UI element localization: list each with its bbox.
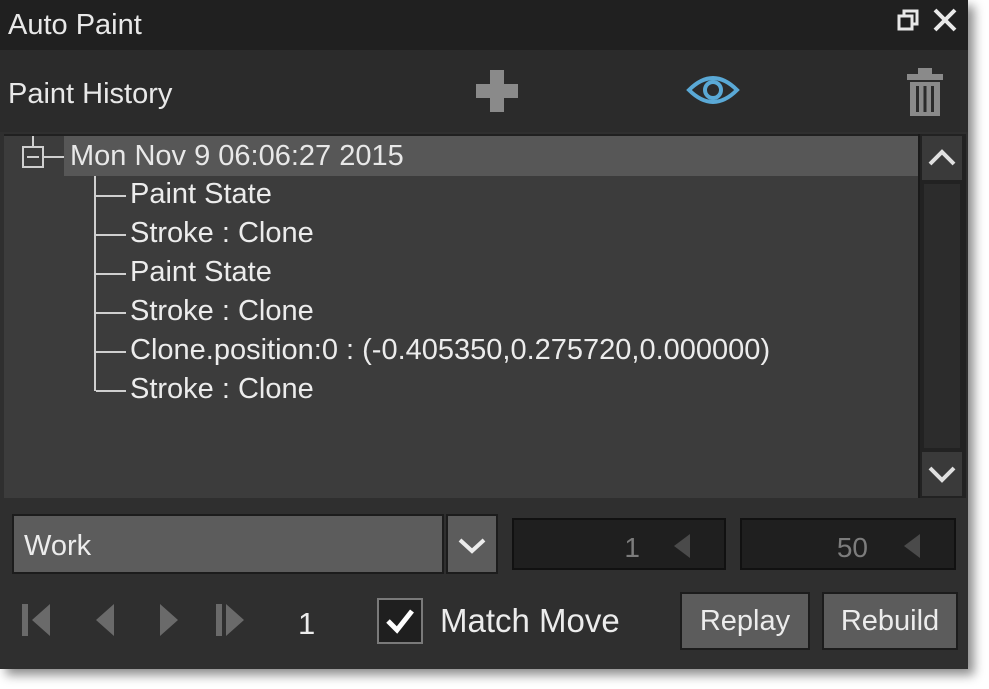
paint-history-tree: Mon Nov 9 06:06:27 2015 Paint State Stro… xyxy=(4,134,918,498)
first-frame-icon[interactable] xyxy=(20,600,54,640)
chevron-down-icon xyxy=(928,466,956,483)
tree-item[interactable]: Stroke : Clone xyxy=(96,293,896,331)
paint-history-header: Paint History xyxy=(0,50,968,132)
tree-root-label[interactable]: Mon Nov 9 06:06:27 2015 xyxy=(70,140,404,173)
tree-item[interactable]: Paint State xyxy=(96,176,896,214)
tree-item-label: Stroke : Clone xyxy=(130,373,314,405)
tree-item[interactable]: Paint State xyxy=(96,254,896,292)
match-move-label[interactable]: Match Move xyxy=(440,602,620,640)
replay-button[interactable]: Replay xyxy=(680,592,810,650)
start-frame-field[interactable]: 1 xyxy=(512,518,726,570)
close-icon[interactable] xyxy=(930,5,960,35)
plus-icon[interactable] xyxy=(472,66,522,116)
auto-paint-panel: Auto Paint Paint History Mon Nov 9 06:06… xyxy=(0,0,968,669)
current-frame: 1 xyxy=(298,606,316,641)
mode-select[interactable]: Work xyxy=(12,514,444,574)
collapse-toggle[interactable] xyxy=(22,146,44,168)
tree-scrollbar[interactable] xyxy=(918,134,966,498)
paint-history-label: Paint History xyxy=(8,78,173,110)
tree-item[interactable]: Stroke : Clone xyxy=(96,215,896,253)
tree-branch xyxy=(96,234,126,236)
match-move-checkbox[interactable] xyxy=(377,598,423,644)
mode-dropdown-button[interactable] xyxy=(446,514,498,574)
tree-line xyxy=(32,136,34,146)
chevron-up-icon xyxy=(928,149,956,166)
tree-line xyxy=(44,156,64,158)
chevron-down-icon xyxy=(458,538,486,554)
checkmark-icon xyxy=(386,609,414,634)
triangle-left-icon[interactable] xyxy=(670,532,694,560)
mode-select-value: Work xyxy=(24,530,92,562)
end-frame-field[interactable]: 50 xyxy=(740,518,956,570)
last-frame-icon[interactable] xyxy=(214,600,248,640)
scroll-down-button[interactable] xyxy=(922,452,962,496)
restore-icon[interactable] xyxy=(896,8,920,32)
tree-branch xyxy=(96,195,126,197)
trash-icon[interactable] xyxy=(904,66,946,118)
scroll-track[interactable] xyxy=(924,184,960,448)
tree-item-label: Stroke : Clone xyxy=(130,217,314,249)
scroll-up-button[interactable] xyxy=(922,136,962,180)
rebuild-button[interactable]: Rebuild xyxy=(822,592,958,650)
triangle-left-icon[interactable] xyxy=(900,532,924,560)
title-bar: Auto Paint xyxy=(0,0,968,50)
tree-item[interactable]: Clone.position:0 : (-0.405350,0.275720,0… xyxy=(96,332,896,370)
tree-branch xyxy=(96,351,126,353)
tree-item[interactable]: Stroke : Clone xyxy=(96,371,896,409)
tree-item-label: Clone.position:0 : (-0.405350,0.275720,0… xyxy=(130,334,771,366)
next-frame-icon[interactable] xyxy=(152,600,186,640)
eye-icon[interactable] xyxy=(686,72,740,108)
previous-frame-icon[interactable] xyxy=(88,600,122,640)
tree-branch xyxy=(96,273,126,275)
tree-item-label: Paint State xyxy=(130,256,272,288)
tree-branch xyxy=(96,390,126,392)
tree-item-label: Paint State xyxy=(130,178,272,210)
end-frame-value: 50 xyxy=(836,532,868,563)
tree-branch xyxy=(96,312,126,314)
tree-item-label: Stroke : Clone xyxy=(130,295,314,327)
start-frame-value: 1 xyxy=(624,532,640,563)
panel-title: Auto Paint xyxy=(8,9,142,41)
